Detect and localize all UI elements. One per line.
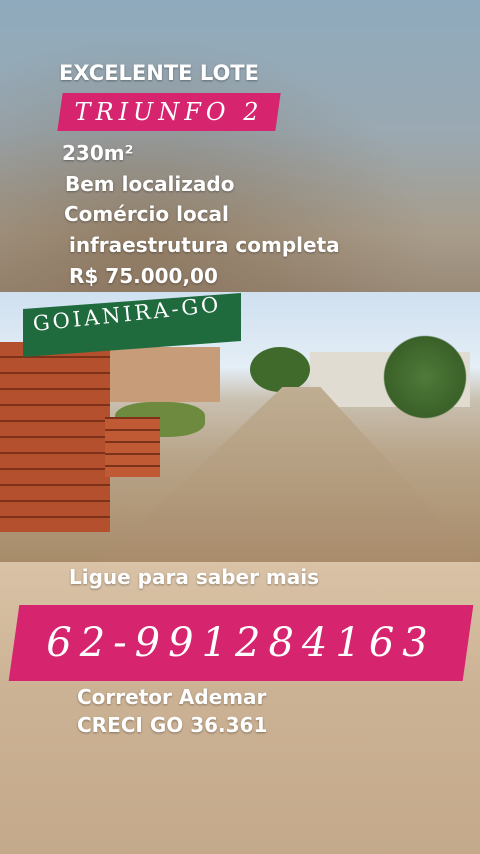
neighborhood-label: TRIUNFO 2 — [74, 98, 264, 126]
headline: EXCELENTE LOTE — [59, 61, 259, 85]
call-to-action: Ligue para saber mais — [69, 565, 320, 589]
location-text: Bem localizado — [65, 172, 235, 196]
price-text: R$ 75.000,00 — [69, 264, 218, 288]
house-left — [95, 347, 220, 402]
background-trees — [250, 347, 310, 392]
brick-stack-small — [105, 417, 160, 477]
phone-banner[interactable]: 62-991284163 — [8, 605, 474, 681]
agent-license: CRECI GO 36.361 — [77, 713, 268, 737]
area-text: 230m² — [62, 141, 134, 165]
tree-right — [380, 327, 470, 427]
infrastructure-text: infraestrutura completa — [69, 233, 340, 257]
agent-name: Corretor Ademar — [77, 685, 267, 709]
neighborhood-banner: TRIUNFO 2 — [57, 93, 281, 131]
brick-stack — [0, 342, 110, 532]
phone-number[interactable]: 62-991284163 — [14, 605, 468, 681]
commerce-text: Comércio local — [64, 202, 229, 226]
